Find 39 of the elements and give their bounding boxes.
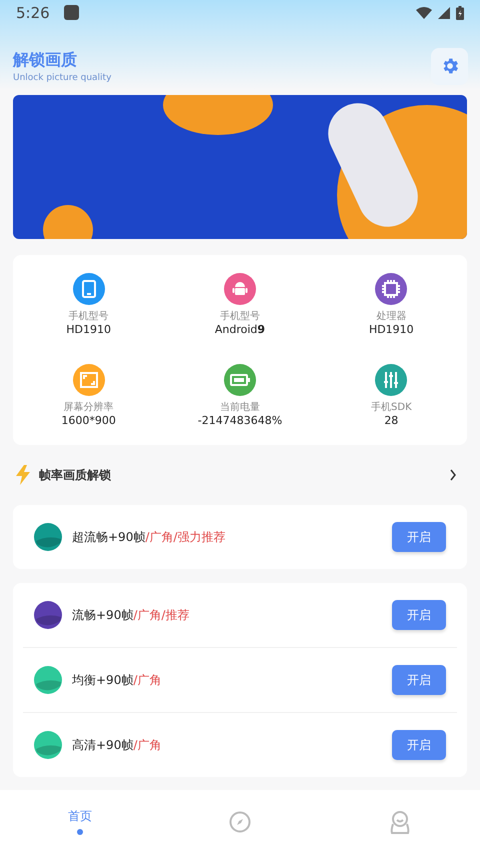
info-label: 当前电量 — [220, 400, 260, 414]
lightning-icon — [15, 465, 31, 485]
compass-tab-icon[interactable] — [229, 810, 251, 832]
mode-tags: /广角/推荐 — [133, 606, 190, 624]
enable-button[interactable]: 开启 — [392, 665, 446, 695]
active-dot — [77, 829, 83, 835]
info-label: 手机SDK — [371, 400, 412, 414]
enable-button[interactable]: 开启 — [392, 600, 446, 630]
info-value: 28 — [384, 414, 398, 427]
enable-button[interactable]: 开启 — [392, 522, 446, 552]
mode-name: 流畅+90帧 — [72, 606, 134, 624]
info-label: 屏幕分辨率 — [64, 400, 114, 414]
info-label: 手机型号 — [220, 310, 260, 323]
info-value: Android9 — [214, 323, 266, 336]
page-title: 解锁画质 — [13, 50, 78, 70]
chevron-right-icon[interactable] — [449, 469, 457, 481]
battery-icon — [456, 6, 464, 20]
mode-tags: /广角 — [133, 672, 162, 688]
info-value: HD1910 — [66, 323, 112, 336]
home-tab[interactable]: 首页 — [68, 808, 92, 825]
mode-name: 均衡+90帧 — [72, 672, 134, 688]
info-value: -2147483648% — [198, 414, 282, 427]
signal-icon — [438, 6, 450, 18]
mode-tags: /广角/强力推荐 — [145, 528, 226, 546]
info-value: 1600*900 — [61, 414, 116, 427]
notification-icon — [64, 5, 79, 20]
mode-tags: /广角 — [133, 736, 162, 754]
profile-tab-icon[interactable] — [389, 810, 411, 834]
settings-button[interactable] — [431, 48, 468, 84]
page-subtitle: Unlock picture quality — [13, 72, 112, 82]
info-value: HD1910 — [368, 323, 414, 336]
status-time: 5:26 — [16, 4, 50, 22]
info-label: 手机型号 — [68, 310, 109, 323]
mode-name: 高清+90帧 — [72, 736, 134, 754]
section-title: 帧率画质解锁 — [39, 466, 111, 484]
wifi-icon — [416, 6, 432, 18]
mode-name: 超流畅+90帧 — [72, 528, 146, 546]
info-label: 处理器 — [376, 310, 406, 323]
enable-button[interactable]: 开启 — [392, 730, 446, 760]
